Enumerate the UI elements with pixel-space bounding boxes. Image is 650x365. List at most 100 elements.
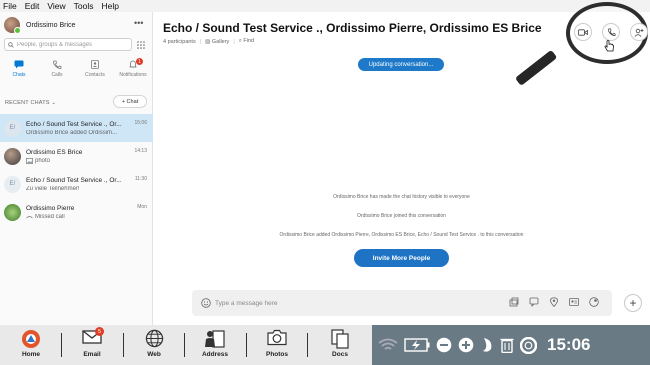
audio-call-button[interactable] [602,23,620,41]
invite-more-people-button[interactable]: Invite More People [354,249,449,267]
taskbar-email[interactable]: 5 Email [67,327,117,358]
avatar [4,203,21,221]
participants-count[interactable]: 4 participants [163,39,196,45]
chat-icon [14,60,24,69]
taskbar-address[interactable]: Address [190,329,240,358]
list-item[interactable]: E/ Echo / Sound Test Service ., Or... Or… [0,114,153,142]
more-options-icon[interactable] [589,297,599,307]
taskbar-email-label: Email [83,351,101,358]
add-content-button[interactable]: + [624,294,642,312]
taskbar-photos[interactable]: Photos [252,329,302,358]
video-camera-icon [578,28,588,36]
avatar [4,147,21,165]
chat-list: E/ Echo / Sound Test Service ., Or... Or… [0,114,153,226]
chat-name: Ordissimo ES Brice [26,148,83,156]
menu-tools[interactable]: Tools [74,1,94,11]
contact-card-icon[interactable] [569,297,579,307]
globe-icon [145,329,163,348]
group-avatar: E/ [4,119,21,137]
conversation-subline: 4 participants | ▨ Gallery | ⌕ Find [163,38,254,45]
add-person-icon [634,28,644,37]
list-item[interactable]: Ordissimo ES Brice photo 14:13 [0,142,153,170]
wifi-icon[interactable] [378,338,398,352]
system-tray: 15:06 [372,325,650,365]
find-link[interactable]: ⌕ Find [239,38,254,45]
taskbar-address-label: Address [201,351,228,358]
taskbar-home-label: Home [21,351,41,358]
divider [61,333,62,357]
tab-notifications[interactable]: Notifications 1 [114,57,152,85]
emoji-icon[interactable] [201,298,211,308]
divider: | [233,38,235,45]
volume-down-icon[interactable] [436,337,452,353]
video-call-button[interactable] [574,23,592,41]
tab-chats-label: Chats [12,72,26,78]
tab-calls-label: Calls [51,72,63,78]
profile-name: Ordissimo Brice [26,21,76,29]
search-icon: ⌕ [238,38,242,44]
recent-chats-header[interactable]: RECENT CHATS ⌄ [5,100,56,106]
chat-name: Ordissimo Pierre [26,204,75,212]
gallery-link[interactable]: ▨ Gallery [205,39,229,45]
missed-call-icon [26,215,33,218]
tab-calls[interactable]: Calls [38,57,76,85]
system-message: Ordissimo Brice added Ordissimo Pierre, … [279,232,524,238]
taskbar-web-label: Web [147,351,161,358]
divider [123,333,124,357]
menu-file[interactable]: File [3,1,17,11]
lifebuoy-icon[interactable] [520,336,537,354]
message-bubble-icon[interactable] [529,297,539,307]
divider [246,333,247,357]
taskbar-docs-label: Docs [332,351,348,358]
menu-edit[interactable]: Edit [25,1,40,11]
avatar [4,17,21,34]
search-icon [8,41,14,48]
chevron-down-icon: ⌄ [51,100,57,106]
menu-view[interactable]: View [47,1,65,11]
menu-bar: File Edit View Tools Help [0,0,650,12]
taskbar-web[interactable]: Web [129,329,179,358]
gallery-icon: ▨ [205,38,211,45]
dialpad-icon[interactable] [135,40,147,50]
trash-icon[interactable] [500,337,514,353]
tab-notifications-label: Notifications [119,72,147,78]
new-chat-button[interactable]: + Chat [113,95,147,108]
phone-icon [607,28,615,36]
image-icon [26,157,33,164]
nav-tabs: Chats Calls Contacts Notifications 1 [0,57,153,85]
more-options-icon[interactable]: ••• [134,18,143,28]
system-message: Ordissimo Brice joined this conversation [357,213,446,219]
chat-name: Echo / Sound Test Service ., Or... [26,176,122,184]
taskbar-docs[interactable]: Docs [315,329,365,358]
list-item[interactable]: Ordissimo Pierre Missed call Mon [0,198,153,226]
volume-up-icon[interactable] [458,337,474,353]
files-icon[interactable] [509,297,519,307]
list-item[interactable]: E/ Echo / Sound Test Service ., Or... Zu… [0,170,153,198]
search-input[interactable] [17,41,127,48]
search-box[interactable] [4,38,132,51]
battery-charging-icon[interactable] [404,338,430,352]
clock: 15:06 [547,335,591,354]
profile[interactable]: Ordissimo Brice [4,16,75,34]
tab-contacts[interactable]: Contacts [76,57,114,85]
chat-preview: Zu viele Teilnehmer! [26,185,80,192]
tab-chats[interactable]: Chats [0,57,38,85]
hand-cursor-icon [604,40,614,52]
chat-time: 14:13 [134,148,147,154]
chat-name: Echo / Sound Test Service ., Or... [26,120,122,128]
taskbar-home[interactable]: Home [6,329,56,358]
phone-icon [53,60,62,69]
email-badge: 5 [95,327,104,336]
location-icon[interactable] [549,297,559,307]
add-people-button[interactable] [630,23,648,41]
address-book-icon [205,330,225,348]
moon-icon[interactable] [480,337,494,353]
menu-help[interactable]: Help [101,1,118,11]
chat-preview: Ordissimo Brice added Ordissim... [26,129,118,136]
notification-badge: 1 [136,58,143,65]
message-input[interactable] [215,299,395,307]
status-pill: Updating conversation... [358,58,444,71]
system-message: Ordissimo Brice has made the chat histor… [333,194,470,200]
divider [184,333,185,357]
chat-preview-row: photo [26,158,126,164]
